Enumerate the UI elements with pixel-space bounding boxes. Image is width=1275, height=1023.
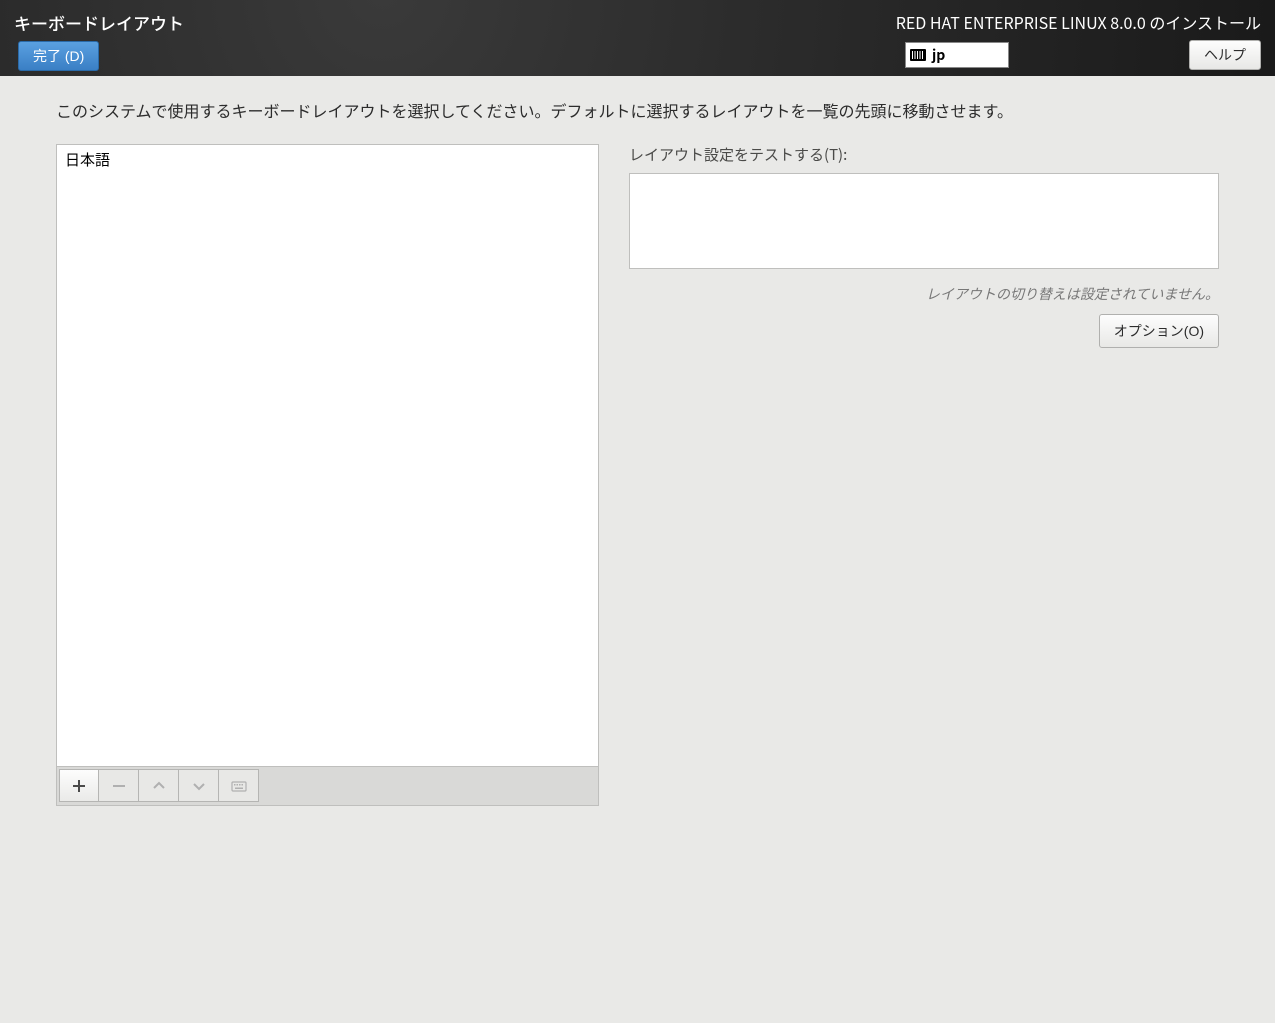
preview-keyboard-button[interactable] — [219, 769, 259, 802]
minus-icon — [111, 778, 127, 794]
chevron-up-icon — [151, 778, 167, 794]
layout-toolbar — [56, 767, 599, 806]
options-button[interactable]: オプション(O) — [1099, 314, 1219, 348]
test-layout-label: レイアウト設定をテストする(T): — [629, 144, 1219, 165]
content-area: このシステムで使用するキーボードレイアウトを選択してください。デフォルトに選択す… — [0, 76, 1275, 828]
keyboard-layout-indicator[interactable]: jp — [905, 42, 1009, 68]
layout-switch-note: レイアウトの切り替えは設定されていません。 — [629, 284, 1219, 304]
distro-title: RED HAT ENTERPRISE LINUX 8.0.0 のインストール — [896, 10, 1261, 34]
move-up-button[interactable] — [139, 769, 179, 802]
header-left: キーボードレイアウト 完了 (D) — [14, 10, 184, 76]
page-title: キーボードレイアウト — [14, 10, 184, 35]
layout-column: 日本語 — [56, 144, 599, 806]
header-right: RED HAT ENTERPRISE LINUX 8.0.0 のインストール j… — [896, 10, 1261, 76]
lang-code: jp — [932, 45, 945, 65]
instruction-text: このシステムで使用するキーボードレイアウトを選択してください。デフォルトに選択す… — [56, 98, 1219, 122]
layout-list[interactable]: 日本語 — [56, 144, 599, 767]
move-down-button[interactable] — [179, 769, 219, 802]
chevron-down-icon — [191, 778, 207, 794]
help-button[interactable]: ヘルプ — [1189, 40, 1261, 70]
list-item[interactable]: 日本語 — [57, 145, 598, 174]
test-layout-input[interactable] — [629, 173, 1219, 269]
keyboard-icon — [231, 778, 247, 794]
test-column: レイアウト設定をテストする(T): レイアウトの切り替えは設定されていません。 … — [629, 144, 1219, 806]
keyboard-icon — [910, 49, 926, 61]
done-button[interactable]: 完了 (D) — [18, 41, 99, 71]
remove-layout-button[interactable] — [99, 769, 139, 802]
add-layout-button[interactable] — [59, 769, 99, 802]
plus-icon — [71, 778, 87, 794]
header-bar: キーボードレイアウト 完了 (D) RED HAT ENTERPRISE LIN… — [0, 0, 1275, 76]
